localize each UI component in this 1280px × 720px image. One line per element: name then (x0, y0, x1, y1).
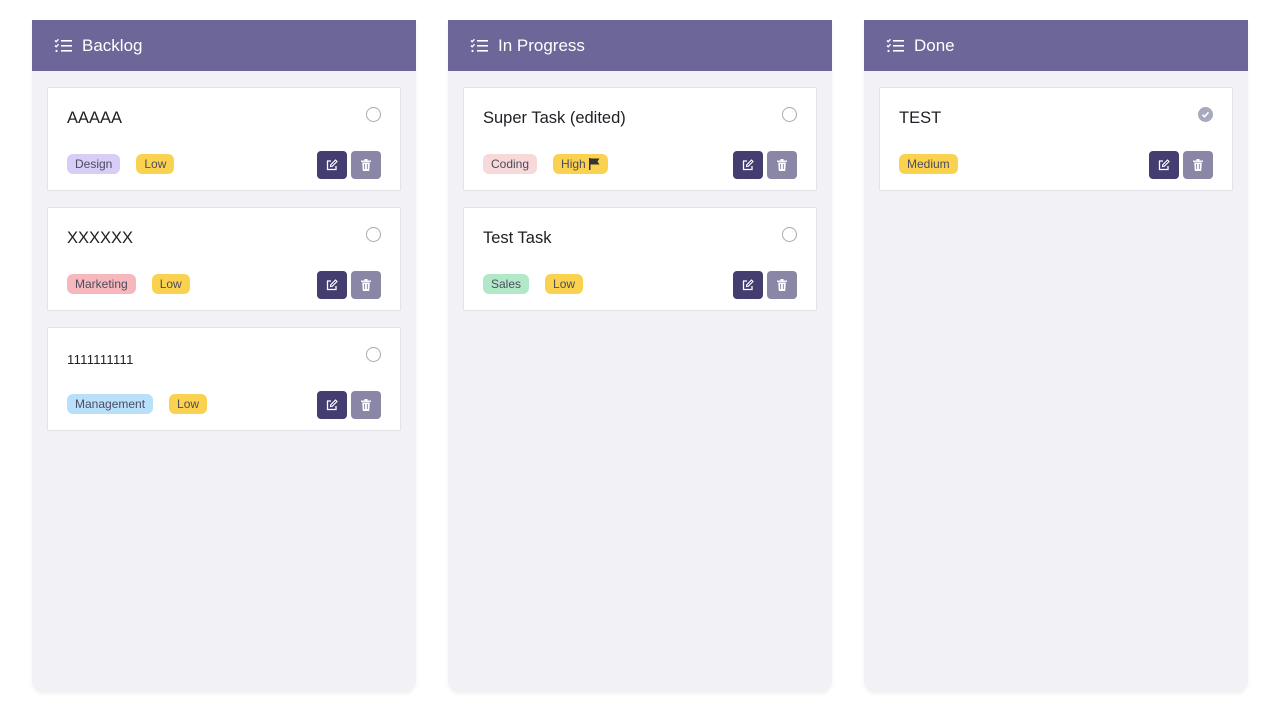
delete-button[interactable] (767, 151, 797, 179)
card-actions (1149, 151, 1213, 179)
tag-list: Medium (899, 154, 958, 174)
category-tag: Sales (483, 274, 530, 294)
column-backlog: Backlog AAAAA Design Low XXXXXX Marketin… (32, 20, 416, 692)
tag-list: Design Low (67, 154, 175, 174)
task-title: TEST (899, 109, 942, 127)
priority-tag: Medium (899, 154, 958, 174)
complete-checkbox[interactable] (782, 227, 797, 242)
priority-tag: Low (169, 394, 208, 414)
category-tag: Coding (483, 154, 538, 174)
card-list: Super Task (edited) Coding High Test Tas… (463, 87, 817, 327)
task-list-icon (470, 38, 488, 52)
column-header: Backlog (32, 20, 416, 71)
card-actions (317, 151, 381, 179)
edit-icon (1158, 159, 1170, 171)
edit-button[interactable] (317, 271, 347, 299)
trash-icon (361, 399, 371, 411)
column-done: Done TEST Medium (864, 20, 1248, 692)
delete-button[interactable] (767, 271, 797, 299)
edit-button[interactable] (733, 271, 763, 299)
card-actions (317, 391, 381, 419)
column-title: In Progress (498, 35, 585, 55)
task-title: AAAAA (67, 109, 123, 127)
card-list: TEST Medium (879, 87, 1233, 207)
edit-icon (326, 399, 338, 411)
tag-list: Coding High (483, 154, 608, 174)
kanban-board: Backlog AAAAA Design Low XXXXXX Marketin… (32, 20, 1248, 692)
task-title: XXXXXX (67, 229, 134, 247)
trash-icon (777, 279, 787, 291)
priority-tag: Low (545, 274, 584, 294)
priority-tag: Low (151, 274, 190, 294)
complete-checkbox[interactable] (1198, 107, 1213, 122)
column-in-progress: In Progress Super Task (edited) Coding H… (448, 20, 832, 692)
task-card[interactable]: 1111111111 Management Low (47, 327, 401, 431)
priority-label: High (561, 157, 586, 171)
column-header: In Progress (448, 20, 832, 71)
task-list-icon (54, 38, 72, 52)
delete-button[interactable] (351, 151, 381, 179)
trash-icon (777, 159, 787, 171)
column-header: Done (864, 20, 1248, 71)
priority-tag: High (553, 154, 608, 174)
trash-icon (361, 279, 371, 291)
category-tag: Management (67, 394, 154, 414)
delete-button[interactable] (351, 391, 381, 419)
task-card[interactable]: XXXXXX Marketing Low (47, 207, 401, 311)
task-title: Test Task (483, 229, 552, 247)
card-actions (317, 271, 381, 299)
complete-checkbox[interactable] (366, 107, 381, 122)
edit-icon (326, 279, 338, 291)
complete-checkbox[interactable] (366, 227, 381, 242)
complete-checkbox[interactable] (366, 347, 381, 362)
edit-button[interactable] (1149, 151, 1179, 179)
column-title: Done (914, 35, 955, 55)
task-title: Super Task (edited) (483, 109, 626, 127)
column-title: Backlog (82, 35, 143, 55)
tag-list: Sales Low (483, 274, 584, 294)
edit-icon (742, 279, 754, 291)
edit-icon (326, 159, 338, 171)
edit-button[interactable] (733, 151, 763, 179)
edit-button[interactable] (317, 151, 347, 179)
card-actions (733, 151, 797, 179)
edit-button[interactable] (317, 391, 347, 419)
task-card[interactable]: TEST Medium (879, 87, 1233, 191)
delete-button[interactable] (1183, 151, 1213, 179)
tag-list: Marketing Low (67, 274, 190, 294)
card-list: AAAAA Design Low XXXXXX Marketing Low 11… (47, 87, 401, 447)
category-tag: Marketing (67, 274, 136, 294)
trash-icon (1193, 159, 1203, 171)
task-card[interactable]: Super Task (edited) Coding High (463, 87, 817, 191)
card-actions (733, 271, 797, 299)
flag-icon (588, 158, 600, 170)
edit-icon (742, 159, 754, 171)
complete-checkbox[interactable] (782, 107, 797, 122)
checkmark-icon (1201, 111, 1210, 118)
tag-list: Management Low (67, 394, 208, 414)
task-card[interactable]: AAAAA Design Low (47, 87, 401, 191)
priority-tag: Low (136, 154, 175, 174)
category-tag: Design (67, 154, 121, 174)
task-card[interactable]: Test Task Sales Low (463, 207, 817, 311)
task-title: 1111111111 (67, 352, 134, 367)
delete-button[interactable] (351, 271, 381, 299)
trash-icon (361, 159, 371, 171)
task-list-icon (886, 38, 904, 52)
